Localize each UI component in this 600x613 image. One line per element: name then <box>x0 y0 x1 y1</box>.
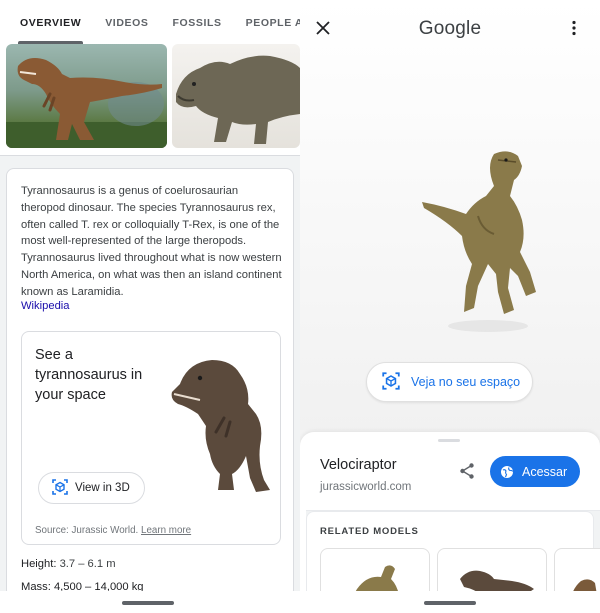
home-gesture-pill[interactable] <box>424 601 476 605</box>
tab-fossils[interactable]: FOSSILS <box>160 0 233 44</box>
ar-promo-title: See a tyrannosaurus in your space <box>35 347 143 403</box>
model-source: jurassicworld.com <box>320 481 412 493</box>
view-in-your-space-label: Veja no seu espaço <box>411 375 521 389</box>
home-gesture-pill[interactable] <box>122 601 174 605</box>
trex-image-1[interactable] <box>6 44 167 148</box>
trex-3d-render <box>171 360 270 492</box>
velociraptor-3d-model[interactable] <box>418 146 548 336</box>
model-name: Velociraptor <box>320 457 397 473</box>
trex-image-2[interactable] <box>172 44 300 148</box>
sheet-drag-handle[interactable] <box>438 439 460 442</box>
globe-icon <box>501 465 514 478</box>
related-models-label: RELATED MODELS <box>320 526 419 537</box>
ar-cube-icon <box>381 371 401 394</box>
share-icon[interactable] <box>458 462 476 480</box>
ar-viewer-stage: Google Veja no seu espaço <box>300 0 600 430</box>
google-logo: Google <box>418 18 482 39</box>
ar-source-text: Source: Jurassic World. <box>35 525 139 536</box>
acessar-button[interactable]: Acessar <box>490 456 580 487</box>
ar-promo-card: See a tyrannosaurus in your space View i… <box>21 331 281 545</box>
more-vert-icon[interactable] <box>568 20 580 36</box>
acessar-label: Acessar <box>522 464 568 479</box>
tab-people-also-search[interactable]: PEOPLE ALSO SEARCH FOR <box>234 0 300 44</box>
ar-cube-icon <box>51 478 69 499</box>
height-fact: Height: 3.7 – 6.1 m <box>21 558 116 570</box>
system-nav-bar-left <box>0 591 300 613</box>
tab-bar: OVERVIEW VIDEOS FOSSILS PEOPLE ALSO SEAR… <box>0 0 300 44</box>
search-results-pane: OVERVIEW VIDEOS FOSSILS PEOPLE ALSO SEAR… <box>0 0 300 613</box>
tab-overview[interactable]: OVERVIEW <box>8 0 93 44</box>
tab-videos[interactable]: VIDEOS <box>93 0 160 44</box>
model-bottom-sheet: Velociraptor jurassicworld.com Acessar R… <box>300 432 600 613</box>
ar-source: Source: Jurassic World. Learn more <box>35 525 191 536</box>
height-value: 3.7 – 6.1 m <box>59 558 116 570</box>
view-in-3d-label: View in 3D <box>75 482 130 494</box>
image-carousel <box>0 44 300 156</box>
ar-viewer-pane: Google Veja no seu espaço Velociraptor j… <box>300 0 600 613</box>
knowledge-card: Tyrannosaurus is a genus of coelurosauri… <box>6 168 294 598</box>
description-text: Tyrannosaurus is a genus of coelurosauri… <box>21 185 282 298</box>
height-label: Height: <box>21 558 57 570</box>
view-in-3d-button[interactable]: View in 3D <box>38 472 145 504</box>
view-in-your-space-button[interactable]: Veja no seu espaço <box>366 362 533 402</box>
system-nav-bar-right <box>300 591 600 613</box>
wikipedia-link[interactable]: Wikipedia <box>21 300 70 312</box>
learn-more-link[interactable]: Learn more <box>141 525 191 536</box>
